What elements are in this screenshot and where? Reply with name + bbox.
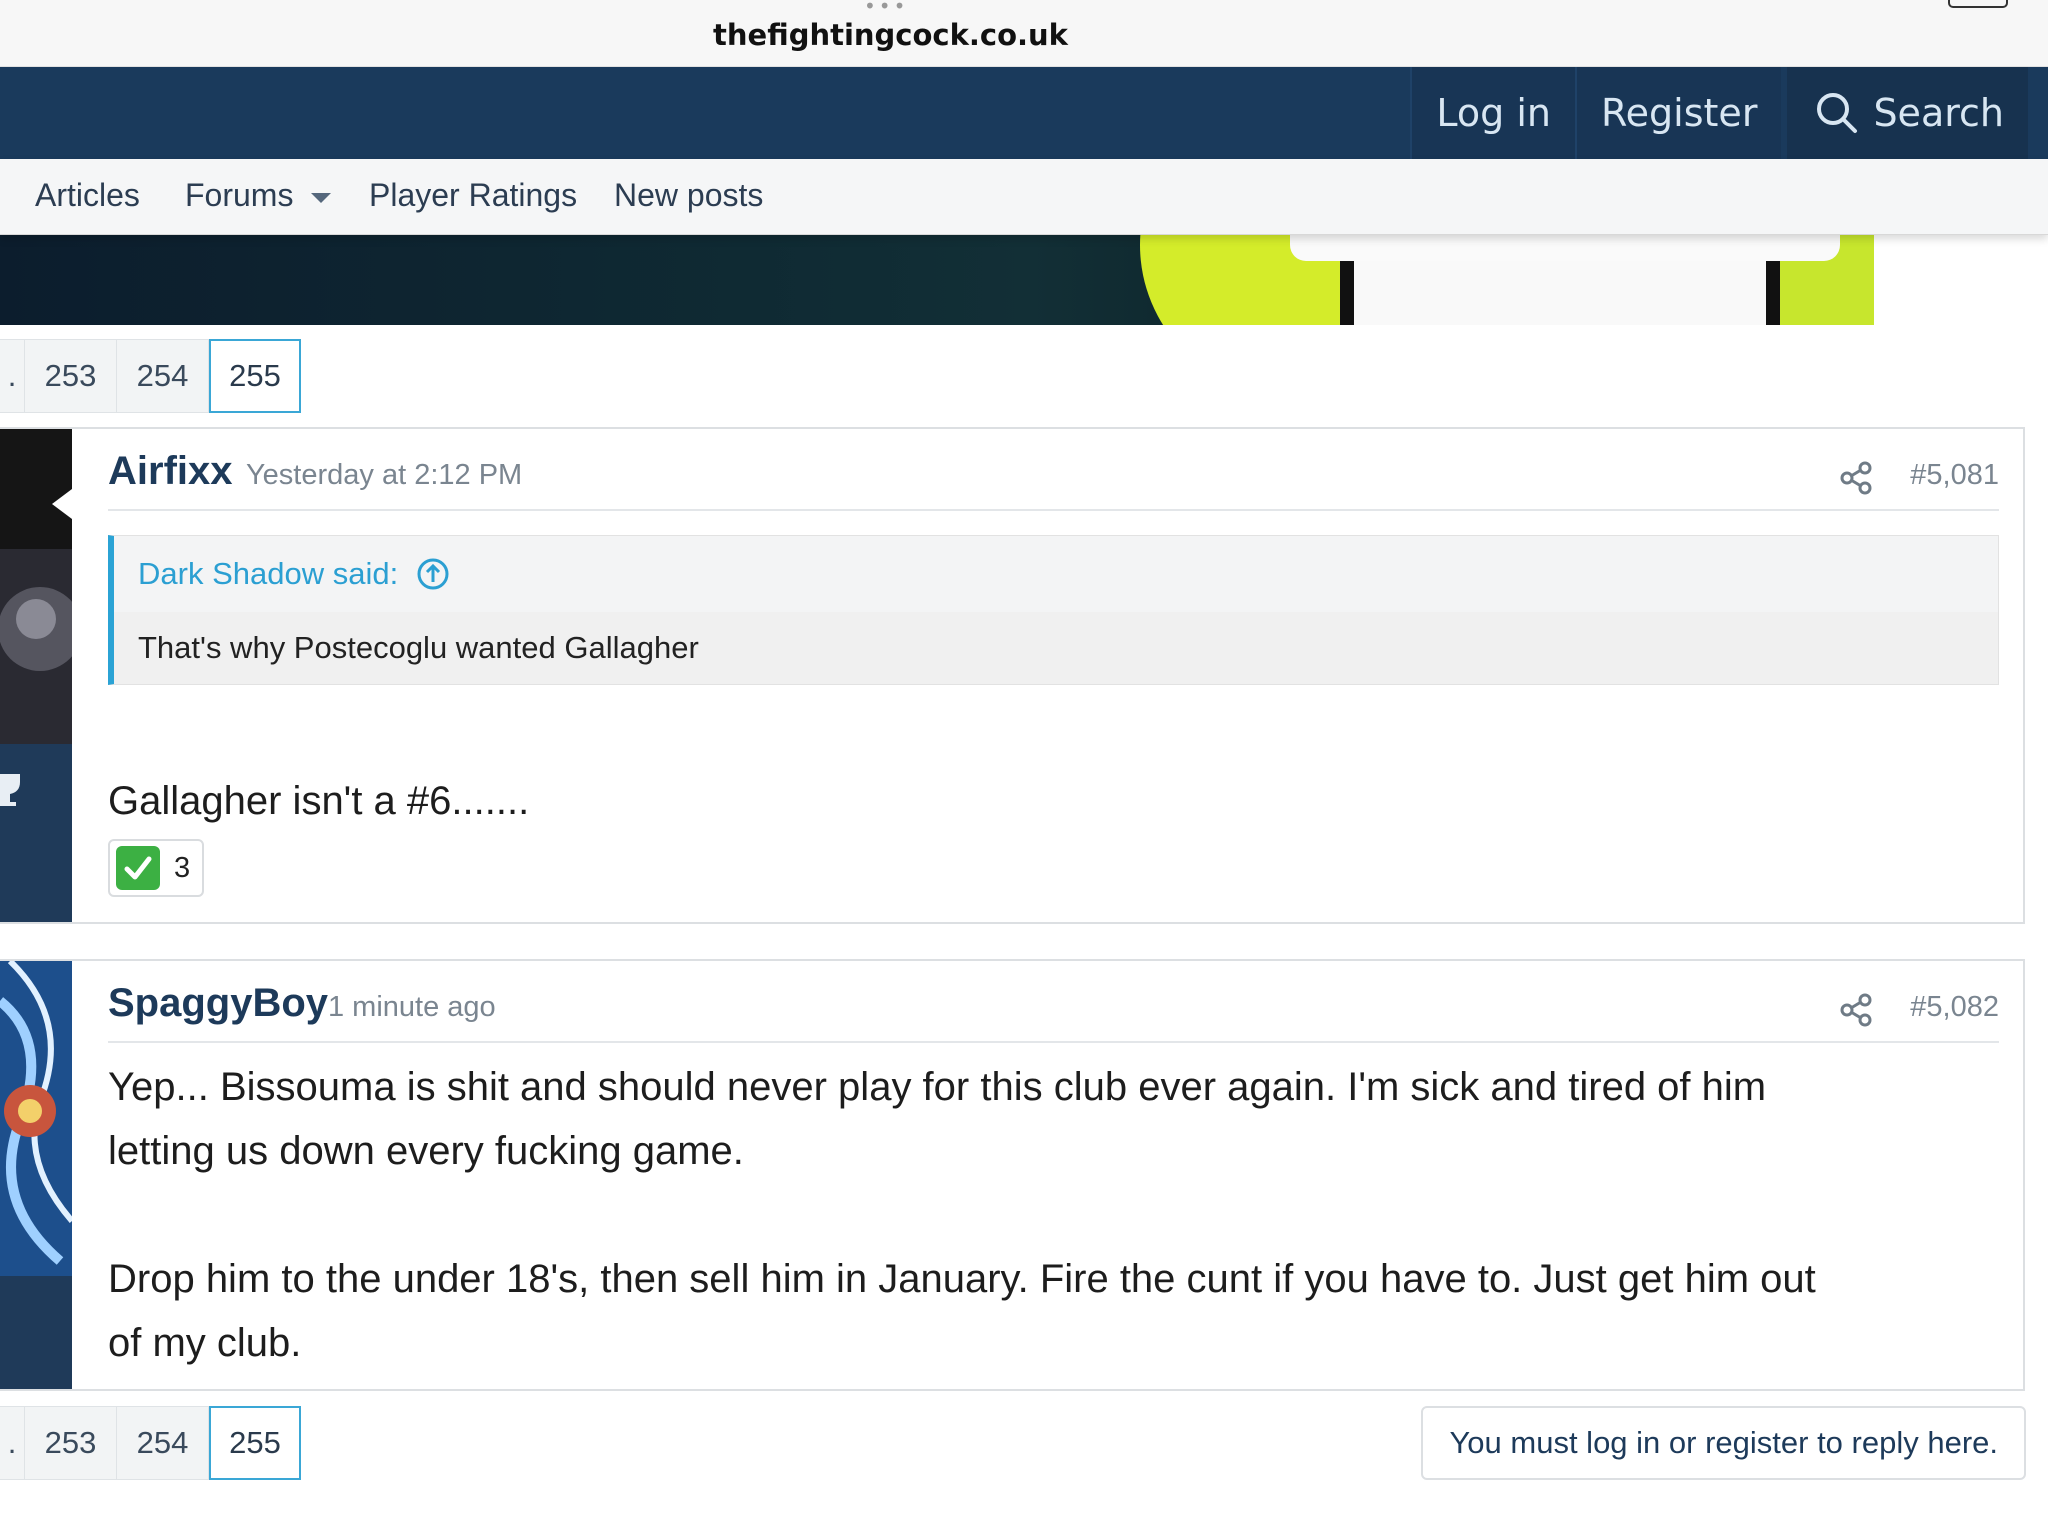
avatar[interactable] bbox=[0, 429, 72, 744]
page-link-253[interactable]: 253 bbox=[25, 339, 117, 413]
battery-icon bbox=[1948, 0, 2008, 8]
message-line: of my club. bbox=[108, 1321, 302, 1365]
post-header: SpaggyBoy 1 minute ago #5,082 bbox=[108, 961, 1999, 1043]
sub-navigation: Articles Forums Player Ratings New posts bbox=[0, 159, 2048, 235]
nav-forums-label: Forums bbox=[185, 177, 294, 213]
quote-text: That's why Postecoglu wanted Gallagher bbox=[114, 612, 1998, 684]
quote-author: Dark Shadow said: bbox=[138, 556, 399, 591]
nav-player-ratings[interactable]: Player Ratings bbox=[369, 177, 577, 214]
nav-new-posts[interactable]: New posts bbox=[614, 177, 763, 214]
page-link-255-current[interactable]: 255 bbox=[209, 339, 301, 413]
post-body: Airfixx Yesterday at 2:12 PM #5,081 Dark… bbox=[108, 429, 1999, 897]
post-number[interactable]: #5,081 bbox=[1910, 459, 1999, 492]
quote-block: Dark Shadow said: That's why Postecoglu … bbox=[108, 535, 1999, 685]
page-link-254[interactable]: 254 bbox=[117, 339, 209, 413]
nav-articles[interactable]: Articles bbox=[35, 177, 140, 214]
chevron-down-icon[interactable] bbox=[311, 192, 332, 203]
url-text: thefightingcock.co.uk bbox=[713, 18, 1068, 52]
login-label: Log in bbox=[1436, 91, 1551, 135]
post-5082: SpaggyBoy 1 minute ago #5,082 Yep... Bis… bbox=[0, 959, 2025, 1391]
register-label: Register bbox=[1600, 91, 1758, 135]
post-username[interactable]: Airfixx bbox=[108, 449, 233, 494]
nav-forums[interactable]: Forums bbox=[185, 177, 332, 214]
trophy-icon bbox=[0, 774, 20, 806]
post-timestamp[interactable]: Yesterday at 2:12 PM bbox=[246, 459, 522, 492]
message-line: letting us down every fucking game. bbox=[108, 1129, 744, 1173]
quote-header[interactable]: Dark Shadow said: bbox=[114, 536, 1998, 612]
avatar[interactable] bbox=[0, 961, 72, 1276]
message-line bbox=[108, 1183, 1999, 1247]
pagination-top: . 253 254 255 bbox=[0, 339, 301, 413]
message-line: Yep... Bissouma is shit and should never… bbox=[108, 1065, 1767, 1109]
page-link-255-current[interactable]: 255 bbox=[209, 1406, 301, 1480]
post-message: Gallagher isn't a #6....... bbox=[108, 779, 530, 823]
reaction-count: 3 bbox=[174, 851, 191, 884]
page-ellipsis[interactable]: . bbox=[0, 339, 25, 413]
page-link-253[interactable]: 253 bbox=[25, 1406, 117, 1480]
search-icon bbox=[1817, 93, 1858, 133]
header-nav: Log in Register Search bbox=[1410, 67, 2028, 159]
pagination-bottom: . 253 254 255 bbox=[0, 1406, 301, 1480]
post-number[interactable]: #5,082 bbox=[1910, 991, 1999, 1024]
banner-card-graphic bbox=[1290, 235, 1840, 261]
banner-advert[interactable] bbox=[0, 235, 1874, 325]
browser-url-bar[interactable]: ••• thefightingcock.co.uk bbox=[0, 0, 2048, 67]
search-label: Search bbox=[1873, 91, 2004, 135]
post-message: Yep... Bissouma is shit and should never… bbox=[108, 1055, 1999, 1375]
page-link-254[interactable]: 254 bbox=[117, 1406, 209, 1480]
share-icon[interactable] bbox=[1839, 993, 1873, 1027]
reply-note-text: You must log in or register to reply her… bbox=[1449, 1425, 1998, 1460]
login-button[interactable]: Log in bbox=[1410, 67, 1575, 159]
post-body: SpaggyBoy 1 minute ago #5,082 Yep... Bis… bbox=[108, 961, 1999, 1375]
message-line: Drop him to the under 18's, then sell hi… bbox=[108, 1257, 1816, 1301]
tab-dots-icon: ••• bbox=[864, 0, 909, 18]
login-to-reply-notice[interactable]: You must log in or register to reply her… bbox=[1421, 1406, 2026, 1480]
search-button[interactable]: Search bbox=[1781, 67, 2028, 159]
post-5081: Airfixx Yesterday at 2:12 PM #5,081 Dark… bbox=[0, 427, 2025, 924]
arrow-up-circle-icon[interactable] bbox=[416, 557, 450, 591]
site-header: Log in Register Search bbox=[0, 67, 2048, 159]
reaction-summary[interactable]: 3 bbox=[108, 839, 205, 897]
register-button[interactable]: Register bbox=[1574, 67, 1782, 159]
page-ellipsis[interactable]: . bbox=[0, 1406, 25, 1480]
post-username[interactable]: SpaggyBoy bbox=[108, 981, 328, 1026]
share-icon[interactable] bbox=[1839, 461, 1873, 495]
post-header: Airfixx Yesterday at 2:12 PM #5,081 bbox=[108, 429, 1999, 511]
post-timestamp[interactable]: 1 minute ago bbox=[328, 991, 496, 1024]
checkmark-icon bbox=[116, 846, 160, 890]
